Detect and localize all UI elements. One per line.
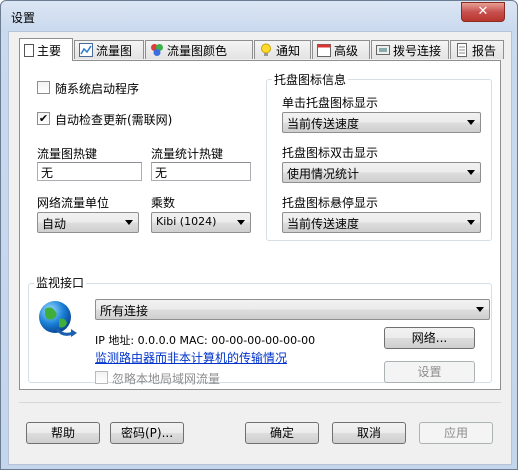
tab-label: 流量图 — [96, 43, 133, 58]
cancel-button[interactable]: 取消 — [332, 422, 406, 444]
hover-value: 当前传送速度 — [287, 217, 360, 231]
double-click-label: 托盘图标双击显示 — [282, 146, 379, 160]
stats-hotkey-input[interactable]: 无 — [151, 162, 251, 181]
ip-mac-info: IP 地址: 0.0.0.0 MAC: 00-00-00-00-00-00 — [95, 334, 316, 347]
close-button[interactable]: ✕ — [461, 2, 505, 22]
multiplier-label: 乘数 — [151, 196, 176, 210]
single-click-label: 单击托盘图标显示 — [282, 96, 379, 110]
title-bar[interactable]: 设置 ✕ — [1, 1, 517, 31]
tab-main[interactable]: 主要 — [19, 38, 73, 61]
tab-graph-colors[interactable]: 流量图颜色 — [145, 40, 253, 59]
tab-label: 主要 — [37, 43, 62, 58]
autostart-checkbox[interactable] — [37, 81, 50, 94]
tab-advanced[interactable]: 高级 — [312, 40, 370, 59]
dropdown-arrow-icon — [467, 220, 475, 225]
tab-notify[interactable]: 通知 — [254, 40, 311, 59]
tab-label: 高级 — [334, 43, 359, 58]
autoupdate-label: 自动检查更新(需联网) — [55, 113, 173, 127]
interface-select[interactable]: 所有连接 — [95, 299, 490, 320]
tab-label: 拨号连接 — [393, 43, 442, 58]
router-monitor-link[interactable]: 监测路由器而非本计算机的传输情况 — [95, 349, 287, 366]
tab-label: 流量图颜色 — [167, 43, 228, 58]
dropdown-arrow-icon — [467, 120, 475, 125]
globe-network-icon — [39, 301, 77, 337]
ok-button[interactable]: 确定 — [245, 422, 319, 444]
monitor-group-title: 监视接口 — [34, 274, 87, 291]
footer-divider — [19, 402, 501, 403]
graph-hotkey-input[interactable]: 无 — [37, 162, 142, 181]
unit-select[interactable]: 自动 — [37, 212, 139, 233]
dropdown-arrow-icon — [125, 220, 133, 225]
tab-label: 通知 — [276, 43, 301, 58]
tray-group-title: 托盘图标信息 — [272, 71, 349, 88]
double-click-select[interactable]: 使用情况统计 — [282, 162, 481, 183]
dropdown-arrow-icon — [476, 307, 484, 312]
settings-button[interactable]: 设置 — [384, 361, 475, 383]
hover-select[interactable]: 当前传送速度 — [282, 212, 481, 233]
network-button[interactable]: 网络... — [384, 327, 475, 349]
report-icon — [457, 43, 467, 57]
dialog-client: 主要 流量图 流量图颜色 通知 高级 拨号连接 报告 随系统启动程序 ✔ 自动检… — [8, 31, 512, 465]
multiplier-value: Kibi (1024) — [156, 215, 217, 228]
stats-hotkey-label: 流量统计热键 — [151, 147, 224, 161]
unit-value: 自动 — [42, 217, 67, 231]
hover-label: 托盘图标悬停显示 — [282, 196, 379, 210]
multiplier-select[interactable]: Kibi (1024) — [151, 212, 251, 233]
graph-hotkey-label: 流量图热键 — [37, 147, 98, 161]
ignore-lan-label: 忽略本地局域网流量 — [112, 372, 221, 386]
ignore-lan-checkbox[interactable] — [95, 371, 108, 384]
interface-value: 所有连接 — [100, 304, 149, 318]
dialup-icon — [376, 45, 390, 55]
unit-label: 网络流量单位 — [37, 196, 110, 210]
page-icon — [24, 43, 34, 57]
tab-report[interactable]: 报告 — [450, 40, 504, 59]
single-click-select[interactable]: 当前传送速度 — [282, 112, 481, 133]
help-button[interactable]: 帮助 — [26, 422, 100, 444]
dropdown-arrow-icon — [237, 220, 245, 225]
double-click-value: 使用情况统计 — [287, 167, 360, 181]
dropdown-arrow-icon — [467, 170, 475, 175]
check-icon: ✔ — [38, 112, 49, 125]
tab-label: 报告 — [472, 43, 497, 58]
main-tab-panel: 随系统启动程序 ✔ 自动检查更新(需联网) 流量图热键 无 流量统计热键 无 网… — [19, 60, 501, 390]
bulb-icon — [261, 43, 271, 56]
apply-button[interactable]: 应用 — [419, 422, 493, 444]
autostart-label: 随系统启动程序 — [55, 82, 140, 96]
tab-graph[interactable]: 流量图 — [74, 40, 144, 59]
settings-window: 设置 ✕ 主要 流量图 流量图颜色 通知 高级 拨号连接 报告 随系统启动程序 … — [0, 0, 518, 470]
palette-icon — [151, 44, 163, 56]
autoupdate-checkbox[interactable]: ✔ — [37, 112, 50, 125]
tab-dialup[interactable]: 拨号连接 — [371, 40, 449, 59]
chart-icon — [79, 43, 93, 57]
calendar-icon — [317, 44, 331, 57]
window-title: 设置 — [11, 11, 36, 25]
single-click-value: 当前传送速度 — [287, 117, 360, 131]
password-button[interactable]: 密码(P)... — [110, 422, 184, 444]
